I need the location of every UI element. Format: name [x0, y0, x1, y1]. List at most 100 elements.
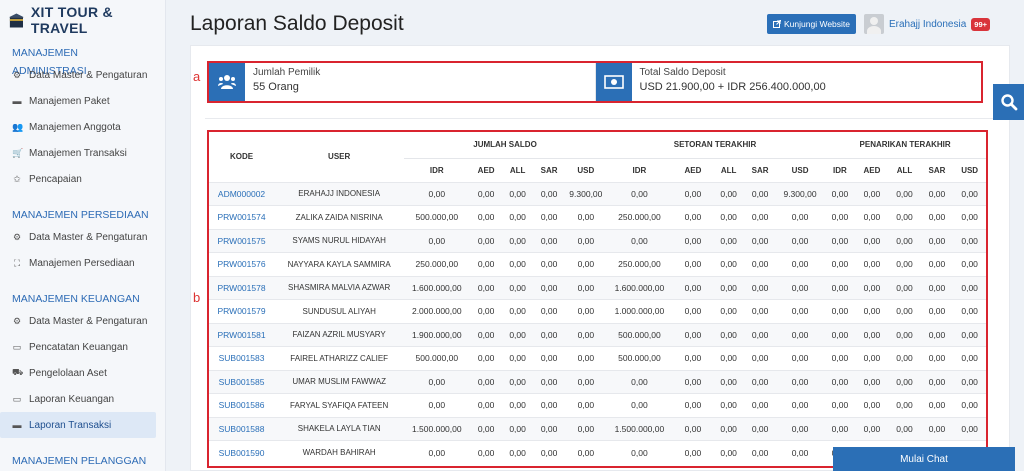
currency-header: ALL	[712, 157, 745, 182]
amount-cell: 0,00	[920, 252, 954, 276]
amount-cell: 0,00	[469, 252, 503, 276]
amount-cell: 0,00	[920, 369, 954, 394]
brand-title: XIT TOUR & TRAVEL	[30, 4, 113, 36]
member-code-link[interactable]: PRW001579	[209, 299, 275, 323]
table-row: PRW001575 SYAMS NURUL HIDAYAH 0,00 0,00 0,00…	[209, 228, 986, 253]
sidebar: XIT TOUR & TRAVEL MANAJEMEN ADMINISTRASI…	[0, 0, 166, 471]
sidebar-item-label: Data Master & Pengaturan	[29, 231, 148, 243]
amount-cell: 0,00	[673, 322, 713, 347]
amount-cell: 0,00	[469, 322, 503, 347]
sidebar-item[interactable]: ▭ Laporan Keuangan	[0, 386, 165, 412]
sidebar-item[interactable]: ✩ Pencapaian	[0, 166, 165, 192]
deposit-summary: Total Saldo Deposit USD 21.900,00 + IDR …	[595, 63, 982, 101]
annotation-label-a: a	[193, 69, 201, 84]
sidebar-section-title: MANAJEMEN PERSEDIAAN	[12, 209, 149, 221]
table-row: PRW001574 ZALIKA ZAIDA NISRINA 500.000,00 0…	[209, 205, 986, 229]
amount-cell: 0,00	[404, 393, 470, 417]
kaaba-logo-icon	[8, 13, 24, 28]
sidebar-section-title: MANAJEMEN KEUANGAN	[12, 293, 140, 305]
sidebar-item[interactable]: ▭ Pencatatan Keuangan	[0, 334, 165, 360]
amount-cell: 0,00	[920, 346, 954, 370]
col-kode: KODE	[229, 152, 254, 162]
member-name: SUNDUSUL ALIYAH	[274, 299, 405, 323]
currency-header: USD	[775, 157, 825, 182]
sidebar-item[interactable]: 🛒 Manajemen Transaksi	[0, 140, 165, 166]
currency-header: IDR	[824, 157, 856, 182]
member-code-link[interactable]: PRW001576	[209, 252, 275, 276]
amount-cell: 0,00	[565, 440, 606, 464]
amount-cell: 0,00	[953, 322, 986, 347]
amount-cell: 0,00	[744, 275, 776, 300]
sidebar-item[interactable]: ⛟ Pengelolaan Aset	[0, 360, 165, 386]
amount-cell: 0,00	[502, 252, 533, 276]
visit-website-label: Kunjungi Website	[784, 19, 850, 29]
amount-cell: 0,00	[744, 393, 776, 417]
amount-cell: 0,00	[888, 275, 921, 300]
table-row: PRW001579 SUNDUSUL ALIYAH 2.000.000,00 0,00…	[209, 299, 986, 323]
car-icon: ⛟	[12, 367, 24, 377]
gears-icon: ⚙	[12, 315, 22, 326]
table-row: ADM000002 ERAHAJJ INDONESIA 0,00 0,00 0,00 0,…	[209, 181, 986, 206]
amount-cell: 0,00	[744, 205, 776, 229]
amount-cell: 0,00	[469, 346, 503, 370]
visit-website-button[interactable]: Kunjungi Website	[767, 14, 856, 34]
money-icon: ▭	[12, 393, 22, 404]
amount-cell: 0,00	[953, 181, 986, 206]
member-code-link[interactable]: SUB001583	[209, 346, 275, 370]
sidebar-item-label: Data Master & Pengaturan	[29, 69, 148, 81]
amount-cell: 0,00	[502, 346, 533, 370]
sidebar-item[interactable]: ▬ Laporan Transaksi	[0, 412, 156, 438]
member-code-link[interactable]: PRW001581	[209, 322, 275, 347]
amount-cell: 0,00	[712, 181, 745, 206]
amount-cell: 1.600.000,00	[605, 275, 673, 300]
member-code-link[interactable]: PRW001574	[209, 205, 275, 229]
member-code-link[interactable]: PRW001578	[209, 275, 275, 300]
owners-summary: Jumlah Pemilik 55 Orang	[209, 63, 596, 101]
amount-cell: 0,00	[673, 228, 713, 253]
start-chat-button[interactable]: Mulai Chat	[833, 447, 1015, 471]
notification-badge[interactable]: 99+	[971, 17, 991, 31]
amount-cell: 0,00	[744, 322, 776, 347]
sidebar-item-label: Data Master & Pengaturan	[29, 315, 148, 327]
member-code-link[interactable]: SUB001590	[209, 440, 275, 464]
sidebar-item[interactable]: ⚙ Data Master & Pengaturan	[0, 224, 165, 250]
member-code-link[interactable]: SUB001586	[209, 393, 275, 417]
amount-cell: 0,00	[673, 275, 713, 300]
amount-cell: 0,00	[673, 299, 713, 323]
sidebar-item[interactable]: ⛶ Manajemen Persediaan	[0, 250, 165, 276]
sidebar-item-label: Manajemen Anggota	[29, 121, 121, 133]
member-name: WARDAH BAHIRAH	[274, 440, 405, 464]
amount-cell: 250.000,00	[404, 252, 470, 276]
sidebar-item[interactable]: ⚙ Data Master & Pengaturan	[0, 308, 165, 334]
amount-cell: 0,00	[855, 322, 889, 347]
member-name: UMAR MUSLIM FAWWAZ	[274, 369, 405, 394]
user-menu[interactable]: Erahajj Indonesia 99+	[864, 14, 991, 34]
currency-header: AED	[855, 157, 889, 182]
search-button[interactable]	[993, 84, 1024, 120]
sidebar-item-label: Pencatatan Keuangan	[29, 341, 128, 353]
amount-cell: 0,00	[532, 181, 566, 206]
member-name: SHASMIRA MALVIA AZWAR	[274, 275, 405, 300]
amount-cell: 0,00	[712, 228, 745, 253]
brand[interactable]: XIT TOUR & TRAVEL	[0, 0, 165, 40]
member-code-link[interactable]: PRW001575	[209, 228, 275, 253]
sidebar-item[interactable]: ▬ Manajemen Paket	[0, 88, 165, 114]
member-code-link[interactable]: SUB001588	[209, 416, 275, 441]
member-code-link[interactable]: SUB001585	[209, 369, 275, 394]
sidebar-item[interactable]: 👥 Manajemen Anggota	[0, 114, 165, 140]
amount-cell: 0,00	[673, 393, 713, 417]
summary-panel: Jumlah Pemilik 55 Orang Total Saldo Depo…	[207, 61, 983, 103]
avatar	[864, 14, 884, 34]
amount-cell: 0,00	[920, 322, 954, 347]
amount-cell: 0,00	[502, 275, 533, 300]
amount-cell: 0,00	[565, 299, 606, 323]
amount-cell: 0,00	[775, 440, 825, 464]
amount-cell: 0,00	[532, 252, 566, 276]
amount-cell: 0,00	[469, 275, 503, 300]
annotation-label-b: b	[193, 290, 201, 305]
amount-cell: 0,00	[502, 299, 533, 323]
currency-header: ALL	[502, 157, 533, 182]
amount-cell: 0,00	[775, 252, 825, 276]
amount-cell: 0,00	[673, 369, 713, 394]
member-code-link[interactable]: ADM000002	[209, 181, 275, 206]
